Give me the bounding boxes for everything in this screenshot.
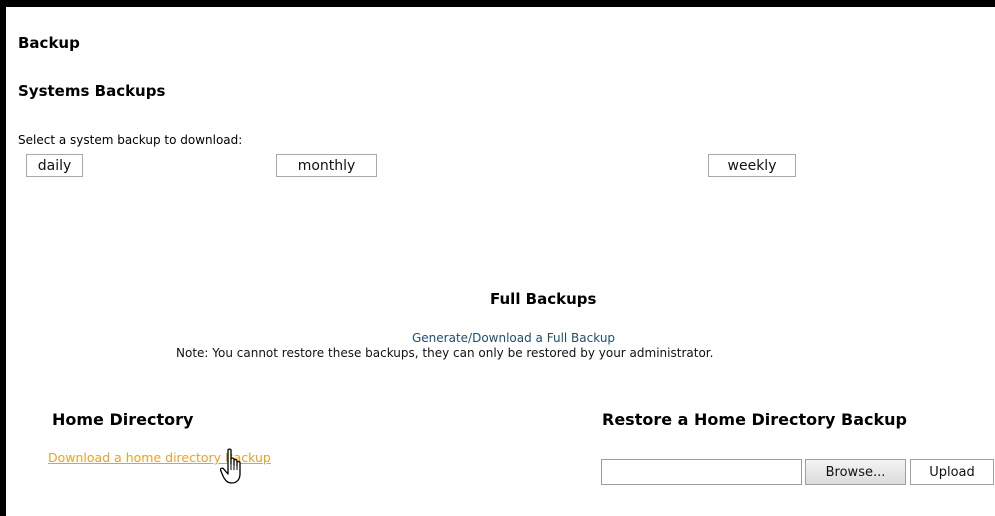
monthly-backup-button[interactable]: monthly [276,154,377,177]
daily-backup-button[interactable]: daily [26,154,83,177]
browse-button[interactable]: Browse... [805,459,906,485]
restore-file-field[interactable] [601,459,802,485]
systems-backups-heading: Systems Backups [18,82,166,100]
upload-button[interactable]: Upload [910,459,994,485]
restore-home-backup-heading: Restore a Home Directory Backup [602,410,907,429]
generate-full-backup-link[interactable]: Generate/Download a Full Backup [412,331,615,345]
page-title: Backup [18,34,80,52]
page-frame [0,0,995,516]
home-directory-heading: Home Directory [52,410,194,429]
full-backup-note: Note: You cannot restore these backups, … [176,346,714,360]
weekly-backup-button[interactable]: weekly [708,154,796,177]
hand-pointer-icon [220,448,241,484]
select-backup-label: Select a system backup to download: [18,133,243,147]
full-backups-heading: Full Backups [490,290,597,308]
